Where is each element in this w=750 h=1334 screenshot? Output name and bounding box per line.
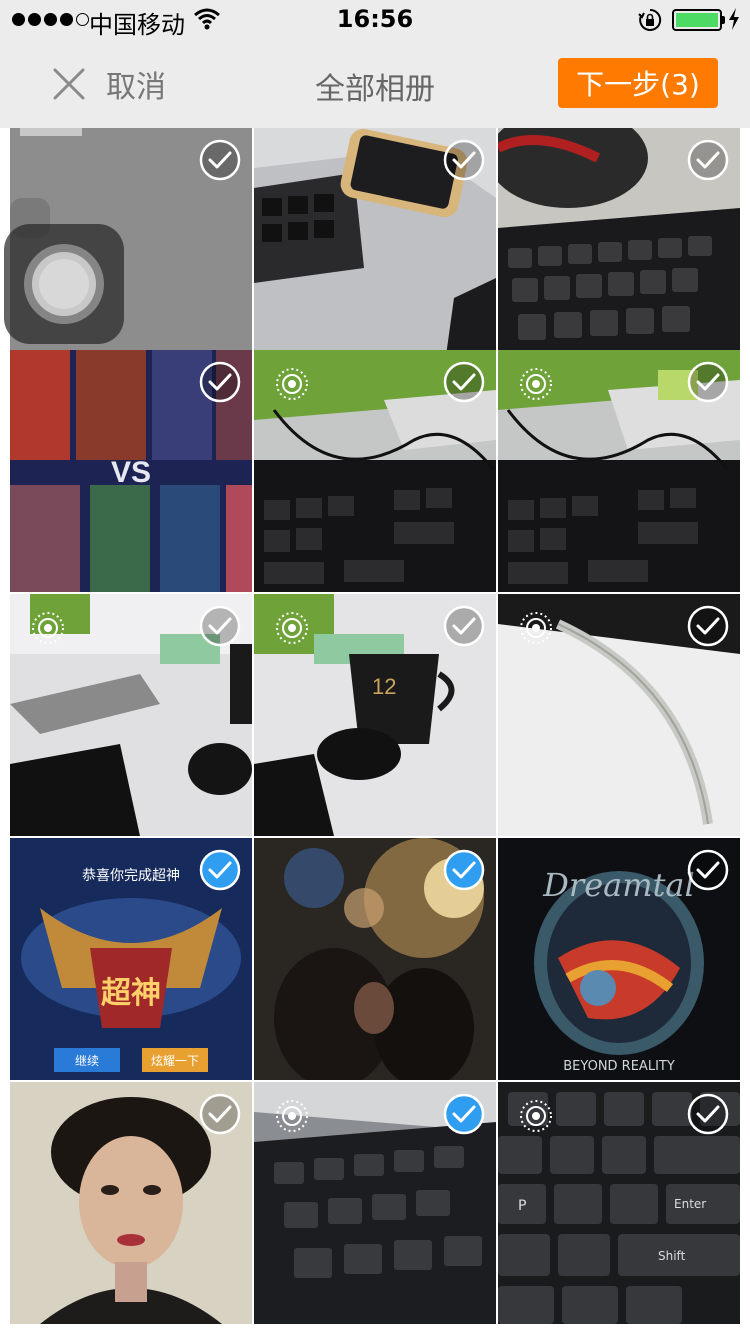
unselected-check-icon[interactable] (686, 604, 730, 648)
nav-bar: 取消 全部相册 下一步(3) (0, 40, 750, 128)
photo-cell[interactable]: Dreamtal BEYOND REALITY (498, 838, 740, 1080)
svg-text:Enter: Enter (674, 1197, 706, 1211)
live-photo-icon (520, 1100, 552, 1132)
unselected-check-icon[interactable] (686, 1092, 730, 1136)
unselected-check-icon[interactable] (198, 360, 242, 404)
selected-check-icon[interactable] (442, 848, 486, 892)
svg-text:12: 12 (372, 674, 396, 699)
photo-cell[interactable] (254, 1082, 496, 1324)
unselected-check-icon[interactable] (442, 138, 486, 182)
svg-text:恭喜你完成超神: 恭喜你完成超神 (82, 868, 180, 884)
photo-cell[interactable] (254, 838, 496, 1080)
live-photo-icon (276, 1100, 308, 1132)
svg-text:炫耀一下: 炫耀一下 (151, 1053, 199, 1068)
photo-cell[interactable] (10, 594, 252, 836)
photo-cell[interactable] (498, 594, 740, 836)
selected-check-icon[interactable] (198, 848, 242, 892)
svg-text:继续: 继续 (75, 1054, 99, 1068)
unselected-check-icon[interactable] (442, 360, 486, 404)
photo-cell[interactable] (10, 1082, 252, 1324)
photo-cell[interactable] (498, 128, 740, 370)
live-photo-icon (520, 612, 552, 644)
unselected-check-icon[interactable] (198, 604, 242, 648)
photo-cell[interactable]: P Enter Shift (498, 1082, 740, 1324)
svg-text:Dreamtal: Dreamtal (542, 866, 694, 904)
unselected-check-icon[interactable] (686, 360, 730, 404)
unselected-check-icon[interactable] (198, 138, 242, 182)
unselected-check-icon[interactable] (198, 1092, 242, 1136)
photo-cell[interactable] (498, 350, 740, 592)
unselected-check-icon[interactable] (686, 848, 730, 892)
selected-check-icon[interactable] (442, 1092, 486, 1136)
charging-icon (729, 8, 739, 30)
battery-icon (672, 9, 722, 31)
photo-cell[interactable]: 12 (254, 594, 496, 836)
photo-cell[interactable]: VS (10, 350, 252, 592)
photo-cell[interactable] (254, 350, 496, 592)
unselected-check-icon[interactable] (442, 604, 486, 648)
unselected-check-icon[interactable] (686, 138, 730, 182)
live-photo-icon (276, 368, 308, 400)
svg-text:超神: 超神 (101, 976, 161, 1011)
svg-text:BEYOND REALITY: BEYOND REALITY (563, 1059, 675, 1074)
photo-cell[interactable]: 超神 恭喜你完成超神 继续 炫耀一下 (10, 838, 252, 1080)
svg-text:P: P (518, 1198, 526, 1214)
photo-grid: VS 12 超神 恭喜你完成超神 继续 炫耀一下 Dreamtal BEYOND… (0, 128, 750, 1334)
photo-cell[interactable] (254, 128, 496, 370)
orientation-lock-icon (638, 8, 662, 31)
live-photo-icon (520, 368, 552, 400)
svg-text:Shift: Shift (658, 1249, 686, 1263)
status-bar: 中国移动 16:56 (0, 0, 750, 40)
live-photo-icon (32, 612, 64, 644)
live-photo-icon (276, 612, 308, 644)
svg-text:VS: VS (111, 456, 151, 489)
assistive-touch-button[interactable] (4, 224, 124, 344)
next-step-button[interactable]: 下一步(3) (558, 58, 718, 108)
